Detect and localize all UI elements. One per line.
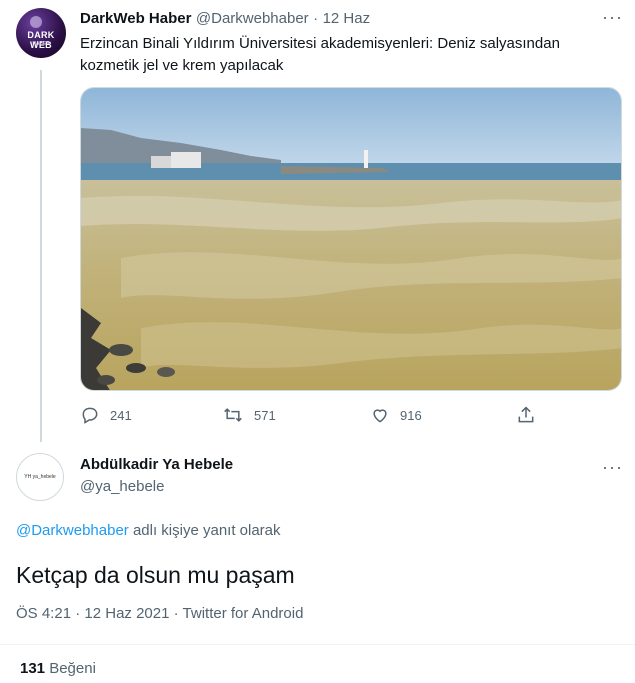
- reply-to-handle[interactable]: @Darkwebhaber: [16, 522, 129, 539]
- reply-to-label: adlı kişiye yanıt olarak: [132, 522, 281, 539]
- tweet-text: Ketçap da olsun mu paşam: [16, 562, 295, 588]
- share-icon: [518, 406, 534, 423]
- tweet-text-line: Erzincan Binali Yıldırım Üniversitesi ak…: [80, 35, 560, 52]
- reply-context: @Darkwebhaber adlı kişiye yanıt olarak: [16, 522, 281, 539]
- author-name[interactable]: Abdülkadir Ya Hebele: [80, 456, 233, 473]
- retweet-action[interactable]: 571: [222, 405, 276, 425]
- tweet-source[interactable]: Twitter for Android: [183, 605, 304, 622]
- tweet-full-date[interactable]: 12 Haz 2021: [84, 605, 169, 622]
- sea-foam-photo: [81, 88, 621, 390]
- thread-connector-line: [40, 70, 42, 442]
- tweet-date[interactable]: 12 Haz: [323, 10, 371, 27]
- tweet-text-line: kozmetik jel ve krem yapılacak: [80, 57, 284, 74]
- like-action[interactable]: 916: [370, 405, 422, 425]
- reply-action[interactable]: 241: [80, 405, 132, 425]
- avatar-text: YH ya_hebele: [24, 474, 56, 480]
- avatar-darkwebhaber[interactable]: DARK WEB HABER: [16, 8, 66, 58]
- heart-icon: [373, 409, 387, 423]
- header-separator: ·: [313, 10, 319, 27]
- like-count: 916: [400, 407, 422, 423]
- likes-summary[interactable]: 131 Beğeni: [20, 660, 96, 677]
- author-handle[interactable]: @ya_hebele: [80, 478, 164, 495]
- likes-label: Beğeni: [49, 660, 96, 677]
- author-handle[interactable]: @Darkwebhaber: [196, 10, 309, 27]
- tweet-photo[interactable]: [80, 87, 622, 391]
- avatar-subtext: HABER: [32, 41, 50, 47]
- more-options-icon[interactable]: ···: [602, 8, 623, 26]
- reply-count: 241: [110, 407, 132, 423]
- likes-total: 131: [20, 660, 46, 677]
- tweet-meta: ÖS 4:21 · 12 Haz 2021 · Twitter for Andr…: [16, 605, 303, 622]
- moon-icon: [30, 16, 42, 28]
- meta-separator: ·: [75, 605, 81, 622]
- tweet-text: Erzincan Binali Yıldırım Üniversitesi ak…: [80, 33, 600, 77]
- reply-icon: [82, 407, 98, 424]
- retweet-count: 571: [254, 407, 276, 423]
- tweet-header: DarkWeb Haber @Darkwebhaber · 12 Haz: [80, 10, 370, 28]
- share-action[interactable]: [516, 405, 536, 425]
- more-options-icon[interactable]: ···: [602, 458, 623, 476]
- author-name[interactable]: DarkWeb Haber: [80, 10, 191, 27]
- meta-separator: ·: [173, 605, 179, 622]
- divider: [0, 644, 635, 645]
- tweet-time[interactable]: ÖS 4:21: [16, 605, 71, 622]
- avatar-text: DARK WEB: [27, 30, 55, 50]
- avatar-ya-hebele[interactable]: YH ya_hebele: [16, 453, 64, 501]
- retweet-icon: [224, 408, 242, 422]
